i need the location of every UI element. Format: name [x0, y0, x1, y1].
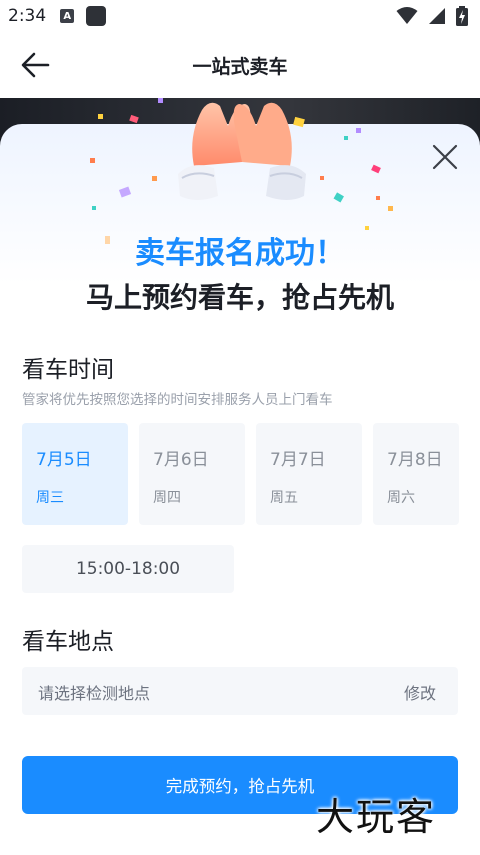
location-selector[interactable]: 请选择检测地点 修改	[22, 667, 458, 715]
success-subtitle: 马上预约看车，抢占先机	[85, 281, 394, 314]
status-time: 2:34	[8, 6, 47, 26]
date-day: 7月7日	[270, 450, 326, 470]
date-weekday: 周五	[270, 490, 298, 506]
date-weekday: 周四	[153, 490, 181, 506]
date-option-selected[interactable]: 7月5日 周三	[22, 423, 128, 525]
date-day: 7月5日	[36, 450, 92, 470]
date-option[interactable]: 7月6日 周四	[139, 423, 245, 525]
battery-icon	[456, 6, 468, 26]
app-bar: 一站式卖车	[0, 32, 480, 98]
success-title: 卖车报名成功！	[135, 236, 345, 271]
close-icon[interactable]	[428, 140, 462, 174]
viewing-time-hint: 管家将优先按照您选择的时间安排服务人员上门看车	[22, 392, 333, 408]
notification-app-icon	[86, 6, 107, 26]
date-day: 7月8日	[387, 450, 443, 470]
date-option[interactable]: 7月7日 周五	[256, 423, 362, 525]
clapping-hands-icon	[178, 102, 306, 200]
date-day: 7月6日	[153, 450, 209, 470]
wifi-icon	[396, 7, 418, 24]
date-weekday: 周六	[387, 490, 415, 506]
location-placeholder: 请选择检测地点	[38, 684, 151, 703]
viewing-time-title: 看车时间	[22, 357, 114, 383]
date-weekday: 周三	[36, 490, 64, 506]
signal-icon	[429, 8, 445, 24]
notification-a-icon: A	[60, 9, 75, 23]
watermark: 大玩客	[316, 795, 437, 839]
time-slot-option[interactable]: 15:00-18:00	[22, 545, 234, 593]
edit-location-link[interactable]: 修改	[404, 680, 436, 704]
viewing-location-title: 看车地点	[22, 629, 114, 655]
status-bar: 2:34 A	[0, 0, 480, 32]
page-title: 一站式卖车	[192, 56, 288, 78]
date-option[interactable]: 7月8日 周六	[373, 423, 459, 525]
